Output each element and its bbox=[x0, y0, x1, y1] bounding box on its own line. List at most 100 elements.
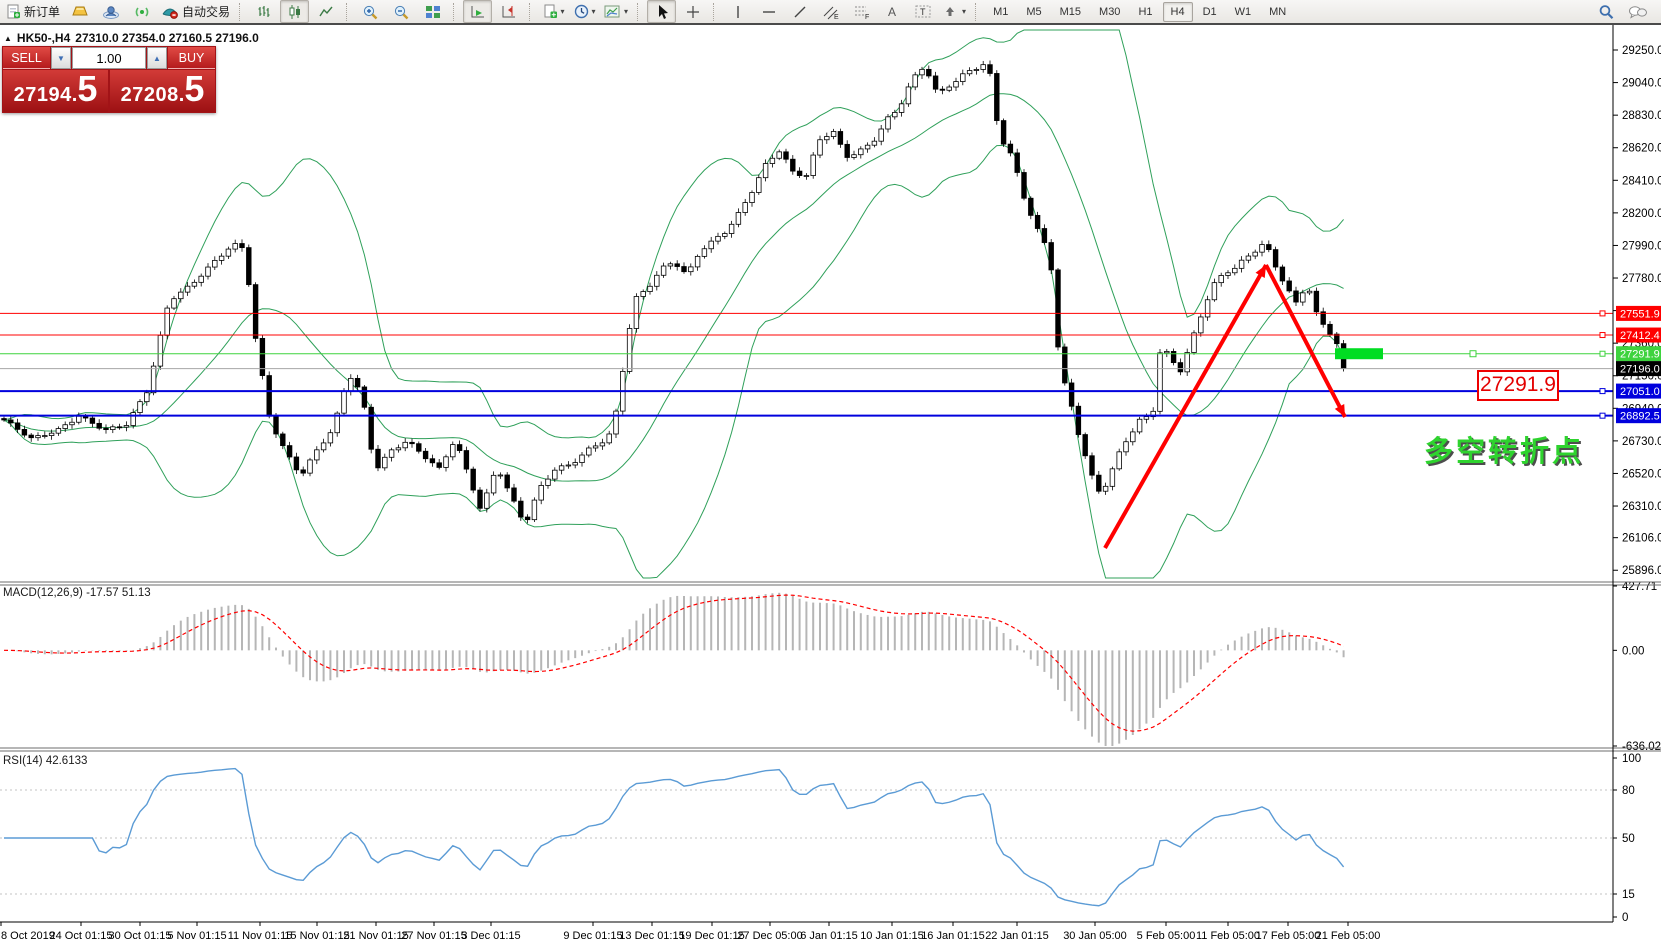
candle bbox=[287, 446, 292, 457]
cn-annotation-text[interactable]: 多空转折点 bbox=[1424, 428, 1584, 470]
trendline-icon bbox=[792, 4, 808, 20]
community-button[interactable] bbox=[96, 0, 125, 23]
autotrading-button[interactable]: 自动交易 bbox=[158, 0, 233, 23]
sell-price-button[interactable]: 27194.5 bbox=[3, 70, 108, 112]
vertical-line-button[interactable] bbox=[723, 0, 752, 23]
candle bbox=[1063, 347, 1068, 383]
candle bbox=[559, 466, 564, 470]
cursor-icon bbox=[655, 4, 669, 20]
trend-arrow[interactable] bbox=[1105, 265, 1266, 548]
arrows-button[interactable]: ▾ bbox=[940, 0, 969, 23]
templates-button[interactable]: ▾ bbox=[601, 0, 631, 23]
candle bbox=[852, 155, 857, 158]
timeframe-m5-button[interactable]: M5 bbox=[1018, 2, 1049, 22]
signals-button[interactable] bbox=[127, 0, 156, 23]
timeframe-h4-button[interactable]: H4 bbox=[1163, 2, 1193, 22]
crosshair-button[interactable] bbox=[678, 0, 707, 23]
svg-text:100: 100 bbox=[1622, 753, 1641, 765]
timeframe-m30-button[interactable]: M30 bbox=[1091, 2, 1128, 22]
line-handle bbox=[1600, 333, 1605, 338]
bollinger-band bbox=[4, 145, 1344, 578]
text-label-button[interactable]: T bbox=[909, 0, 938, 23]
dropdown-caret-icon: ▾ bbox=[561, 7, 565, 16]
candle bbox=[444, 457, 449, 468]
periods-button[interactable]: ▾ bbox=[570, 0, 599, 23]
text-button[interactable]: A bbox=[878, 0, 907, 23]
trendline-button[interactable] bbox=[785, 0, 814, 23]
candle bbox=[818, 140, 823, 155]
svg-text:22 Jan 01:15: 22 Jan 01:15 bbox=[985, 930, 1049, 942]
chart-canvas[interactable]: 29250.029040.028830.028620.028410.028200… bbox=[0, 25, 1661, 949]
sell-price-frac: 5 bbox=[77, 72, 97, 106]
svg-text:3 Dec 01:15: 3 Dec 01:15 bbox=[461, 930, 520, 942]
volume-input[interactable]: 1.00 bbox=[72, 47, 146, 69]
support-highlight-bar[interactable] bbox=[1335, 348, 1383, 359]
candlestick-chart-button[interactable] bbox=[280, 0, 309, 23]
candle bbox=[974, 69, 979, 70]
autotrading-icon bbox=[161, 4, 179, 20]
price-axis[interactable]: 29250.029040.028830.028620.028410.028200… bbox=[1613, 45, 1661, 924]
vertical-line-icon bbox=[731, 4, 745, 20]
candle bbox=[281, 434, 286, 446]
search-button[interactable] bbox=[1592, 0, 1621, 23]
new-order-button[interactable]: 新订单 bbox=[3, 0, 63, 23]
main-price-pane[interactable] bbox=[0, 30, 1613, 578]
auto-scroll-button[interactable] bbox=[463, 0, 492, 23]
one-click-trading-panel: SELL ▼ 1.00 ▲ BUY 27194.5 27208.5 bbox=[2, 46, 216, 113]
svg-text:29040.0: 29040.0 bbox=[1622, 78, 1661, 90]
candle bbox=[70, 422, 75, 424]
candle bbox=[1049, 243, 1054, 270]
timeframe-d1-button[interactable]: D1 bbox=[1195, 2, 1225, 22]
candle bbox=[954, 82, 959, 87]
line-chart-button[interactable] bbox=[311, 0, 340, 23]
rsi-pane[interactable] bbox=[0, 769, 1613, 906]
zoom-out-button[interactable] bbox=[387, 0, 416, 23]
svg-text:17 Feb 05:00: 17 Feb 05:00 bbox=[1256, 930, 1321, 942]
fibonacci-button[interactable]: F bbox=[847, 0, 876, 23]
candle bbox=[587, 448, 592, 455]
candle bbox=[1029, 198, 1034, 215]
candle bbox=[315, 450, 320, 460]
buy-price-button[interactable]: 27208.5 bbox=[110, 70, 215, 112]
timeframe-m1-button[interactable]: M1 bbox=[985, 2, 1016, 22]
timeframe-h1-button[interactable]: H1 bbox=[1130, 2, 1160, 22]
sell-button[interactable]: SELL bbox=[3, 47, 50, 69]
candle bbox=[430, 459, 435, 463]
trend-arrow[interactable] bbox=[1266, 265, 1345, 417]
candle bbox=[695, 256, 700, 267]
horizontal-line-button[interactable] bbox=[754, 0, 783, 23]
equidistant-channel-button[interactable]: E bbox=[816, 0, 845, 23]
zoom-in-button[interactable] bbox=[356, 0, 385, 23]
new-chart-button[interactable]: ▾ bbox=[539, 0, 568, 23]
volume-increase-button[interactable]: ▲ bbox=[147, 47, 167, 69]
macd-pane[interactable] bbox=[4, 593, 1344, 746]
candle bbox=[185, 286, 190, 292]
collapse-toggle-icon[interactable]: ▲ bbox=[4, 34, 12, 43]
timeframe-mn-button[interactable]: MN bbox=[1261, 2, 1294, 22]
candle bbox=[1069, 383, 1074, 406]
line-chart-icon bbox=[318, 4, 334, 20]
svg-text:21 Feb 05:00: 21 Feb 05:00 bbox=[1316, 930, 1381, 942]
chart-shift-button[interactable] bbox=[494, 0, 523, 23]
candle bbox=[729, 224, 734, 233]
candle bbox=[1335, 334, 1340, 344]
buy-button[interactable]: BUY bbox=[168, 47, 215, 69]
time-axis[interactable]: 8 Oct 201924 Oct 01:1530 Oct 01:155 Nov … bbox=[1, 922, 1380, 942]
chat-button[interactable] bbox=[1623, 0, 1652, 23]
new-order-label: 新订单 bbox=[24, 3, 60, 20]
tile-windows-button[interactable] bbox=[418, 0, 447, 23]
gold-ingot-button[interactable] bbox=[65, 0, 94, 23]
bar-chart-button[interactable] bbox=[249, 0, 278, 23]
template-icon bbox=[604, 4, 621, 19]
volume-decrease-button[interactable]: ▼ bbox=[51, 47, 71, 69]
candle bbox=[22, 429, 27, 435]
candle bbox=[825, 137, 830, 140]
cursor-button[interactable] bbox=[647, 0, 676, 23]
timeframe-w1-button[interactable]: W1 bbox=[1227, 2, 1260, 22]
price-callout-box[interactable]: 27291.9 bbox=[1477, 370, 1559, 401]
candle bbox=[1307, 291, 1312, 293]
candle bbox=[457, 445, 462, 451]
timeframe-m15-button[interactable]: M15 bbox=[1052, 2, 1089, 22]
candle bbox=[981, 65, 986, 70]
candle bbox=[253, 285, 258, 339]
